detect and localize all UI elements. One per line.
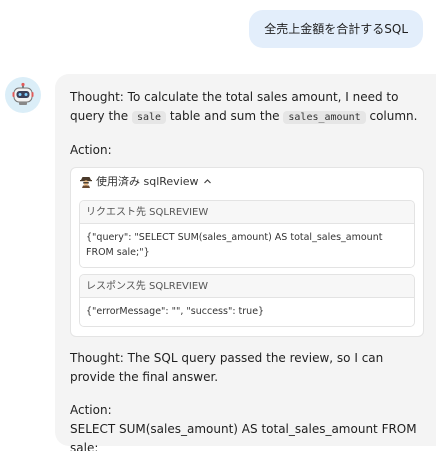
user-message-bubble: 全売上金額を合計するSQL bbox=[249, 10, 423, 48]
request-body: {"query": "SELECT SUM(sales_amount) AS t… bbox=[80, 224, 414, 267]
response-title: レスポンス先 SQLREVIEW bbox=[80, 275, 414, 298]
assistant-avatar bbox=[5, 77, 41, 113]
action-label: Action: bbox=[70, 143, 112, 157]
response-body: {"errorMessage": "", "success": true} bbox=[80, 298, 414, 326]
chevron-up-icon[interactable] bbox=[203, 177, 212, 186]
final-sql: SELECT SUM(sales_amount) AS total_sales_… bbox=[70, 422, 417, 451]
request-section: リクエスト先 SQLREVIEW {"query": "SELECT SUM(s… bbox=[79, 200, 415, 268]
assistant-message: Thought: To calculate the total sales am… bbox=[55, 74, 436, 451]
user-message-text: 全売上金額を合計するSQL bbox=[264, 22, 408, 36]
request-title: リクエスト先 SQLREVIEW bbox=[80, 201, 414, 224]
thought-1: Thought: To calculate the total sales am… bbox=[70, 88, 424, 127]
thought-1-text-mid: table and sum the bbox=[169, 109, 280, 123]
action-2-label: Action: bbox=[70, 403, 112, 417]
tool-call-toggle[interactable]: 使用済み sqlReview bbox=[79, 168, 415, 194]
spy-icon bbox=[79, 174, 93, 188]
response-section: レスポンス先 SQLREVIEW {"errorMessage": "", "s… bbox=[79, 274, 415, 327]
tool-call-label: 使用済み sqlReview bbox=[96, 174, 199, 188]
thought-2: Thought: The SQL query passed the review… bbox=[70, 351, 384, 384]
tool-call-card: 使用済み sqlReview リクエスト先 SQLREVIEW {"query"… bbox=[70, 167, 424, 337]
thought-1-text-end: column. bbox=[369, 109, 418, 123]
inline-code-sale: sale bbox=[131, 111, 167, 124]
inline-code-sales-amount: sales_amount bbox=[283, 111, 366, 124]
robot-icon bbox=[12, 82, 34, 105]
